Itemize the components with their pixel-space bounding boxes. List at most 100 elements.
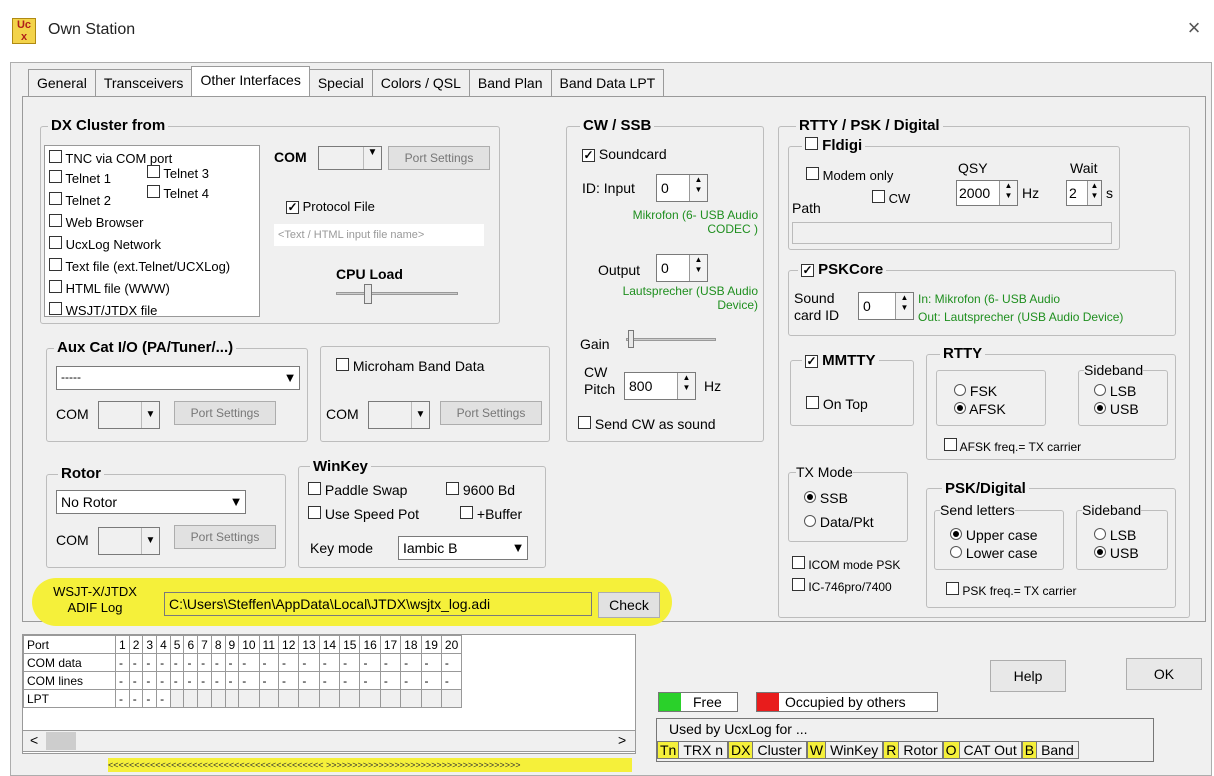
paddle-swap-checkbox[interactable] (308, 482, 321, 495)
psk-usb-radio[interactable] (1094, 546, 1106, 558)
dx-telnet3-checkbox[interactable] (147, 165, 160, 178)
fldigi-checkbox[interactable] (805, 137, 818, 150)
spinner-arrows-icon[interactable]: ▲ ▼ (689, 255, 707, 281)
scroll-arrows-strip: <<<<<<<<<<<<<<<<<<<<<<<<<<<<<<<<<<<<<<<<… (108, 758, 632, 772)
tab-band-plan[interactable]: Band Plan (468, 69, 552, 96)
spinner-arrows-icon[interactable]: ▲ ▼ (895, 293, 913, 319)
modem-only-checkbox[interactable] (806, 167, 819, 180)
rotor-dropdown[interactable]: No Rotor ▼ (56, 490, 246, 514)
tab-band-data-lpt[interactable]: Band Data LPT (550, 69, 665, 96)
send-cw-sound-checkbox[interactable] (578, 416, 591, 429)
speed-pot-checkbox[interactable] (308, 506, 321, 519)
psk-freq-checkbox[interactable] (946, 582, 959, 595)
output-spinner[interactable]: 0 ▲ ▼ (656, 254, 708, 282)
help-button[interactable]: Help (990, 660, 1066, 692)
fldigi-path-input[interactable] (792, 222, 1112, 244)
chevron-down-icon: ▼ (411, 402, 429, 428)
tab-general[interactable]: General (28, 69, 96, 96)
dx-telnet4-checkbox[interactable] (147, 185, 160, 198)
key-mode-dropdown[interactable]: Iambic B ▼ (398, 536, 528, 560)
mmtty-checkbox[interactable] (805, 355, 818, 368)
protocol-file-checkbox[interactable] (286, 201, 299, 214)
mmtty-label: MMTTY (822, 352, 876, 369)
microham-checkbox[interactable] (336, 358, 349, 371)
on-top-checkbox[interactable] (806, 396, 819, 409)
port-row: COM lines - - - - - - - - - - - - - - - - - - - - (23, 671, 463, 690)
pskcore-checkbox[interactable] (801, 264, 814, 277)
rotor-com-dropdown[interactable]: ▼ (98, 527, 160, 555)
dx-tnc-checkbox[interactable] (49, 150, 62, 163)
tab-other-interfaces[interactable]: Other Interfaces (191, 66, 310, 96)
microham-port-settings-button[interactable]: Port Settings (440, 401, 542, 425)
dx-telnet1-checkbox[interactable] (49, 170, 62, 183)
fldigi-cw-checkbox[interactable] (872, 190, 885, 203)
aux-cat-dropdown[interactable]: ----- ▼ (56, 366, 300, 390)
spinner-arrows-icon[interactable]: ▲ ▼ (689, 175, 707, 201)
check-button[interactable]: Check (598, 592, 660, 618)
sound-card-id-spinner[interactable]: 0 ▲ ▼ (858, 292, 914, 320)
ssb-radio[interactable] (804, 491, 816, 503)
dx-ucxlog-network-checkbox[interactable] (49, 236, 62, 249)
tab-transceivers[interactable]: Transceivers (94, 69, 193, 96)
upper-case-radio[interactable] (950, 528, 962, 540)
data-pkt-radio[interactable] (804, 515, 816, 527)
tab-special[interactable]: Special (308, 69, 373, 96)
scroll-left-icon[interactable]: < (30, 732, 38, 748)
dx-wsjt-file-checkbox[interactable] (49, 302, 62, 315)
dx-input-file-field[interactable]: <Text / HTML input file name> (274, 224, 484, 246)
port-cell: - (379, 653, 402, 672)
spinner-arrows-icon[interactable]: ▲ ▼ (677, 373, 695, 399)
dx-web-browser-checkbox[interactable] (49, 214, 62, 227)
rtty-sideband-title: Sideband (1084, 362, 1144, 378)
ok-button[interactable]: OK (1126, 658, 1202, 690)
close-icon[interactable]: × (1180, 14, 1208, 42)
cpu-load-slider-thumb[interactable] (364, 284, 372, 304)
lower-case-radio[interactable] (950, 546, 962, 558)
9600bd-checkbox[interactable] (446, 482, 459, 495)
dx-telnet2-checkbox[interactable] (49, 192, 62, 205)
legend-code-label: WinKey (826, 741, 884, 759)
afsk-radio[interactable] (954, 402, 966, 414)
tab-colors-qsl[interactable]: Colors / QSL (371, 69, 470, 96)
aux-port-settings-button[interactable]: Port Settings (174, 401, 276, 425)
id-input-spinner[interactable]: 0 ▲ ▼ (656, 174, 708, 202)
cw-pitch-spinner[interactable]: 800 ▲ ▼ (624, 372, 696, 400)
gain-slider[interactable] (626, 338, 716, 341)
icom-mode-psk-label: ICOM mode PSK (808, 558, 901, 572)
port-cell (183, 689, 199, 708)
port-cell (339, 689, 361, 708)
microham-com-dropdown[interactable]: ▼ (368, 401, 430, 429)
port-cell (278, 689, 300, 708)
dx-port-settings-button[interactable]: Port Settings (388, 146, 490, 170)
rotor-port-settings-button[interactable]: Port Settings (174, 525, 276, 549)
qsy-spinner[interactable]: 2000 ▲ ▼ (956, 180, 1018, 206)
gain-slider-thumb[interactable] (628, 330, 634, 348)
scroll-thumb[interactable] (46, 732, 76, 750)
soundcard-checkbox[interactable] (582, 149, 595, 162)
ic746-checkbox[interactable] (792, 578, 805, 591)
dx-html-file-checkbox[interactable] (49, 280, 62, 293)
buffer-checkbox[interactable] (460, 506, 473, 519)
wait-spinner[interactable]: 2 ▲ ▼ (1066, 180, 1102, 206)
wait-label: Wait (1070, 160, 1098, 176)
port-table-scrollbar[interactable] (22, 730, 636, 752)
afsk-freq-checkbox[interactable] (944, 438, 957, 451)
scroll-right-icon[interactable]: > (618, 732, 626, 748)
aux-com-dropdown[interactable]: ▼ (98, 401, 160, 429)
cpu-load-slider[interactable] (336, 292, 458, 295)
rtty-lsb-radio[interactable] (1094, 384, 1106, 396)
speaker-device-line1: Lautsprecher (USB Audio (622, 284, 758, 298)
dx-text-file-checkbox[interactable] (49, 258, 62, 271)
rtty-usb-radio[interactable] (1094, 402, 1106, 414)
icom-mode-psk-checkbox[interactable] (792, 556, 805, 569)
port-cell: - (197, 653, 212, 672)
psk-lsb-radio[interactable] (1094, 528, 1106, 540)
legend-code: O (942, 741, 960, 759)
dx-com-dropdown[interactable]: ▼ (318, 146, 382, 170)
mic-device-label: Mikrofon (6- USB Audio CODEC ) (606, 208, 758, 236)
spinner-arrows-icon[interactable]: ▲ ▼ (999, 181, 1017, 205)
spinner-arrows-icon[interactable]: ▲ ▼ (1087, 181, 1101, 205)
fsk-radio[interactable] (954, 384, 966, 396)
port-cell: - (224, 653, 240, 672)
wsjt-path-input[interactable]: C:\Users\Steffen\AppData\Local\JTDX\wsjt… (164, 592, 592, 616)
